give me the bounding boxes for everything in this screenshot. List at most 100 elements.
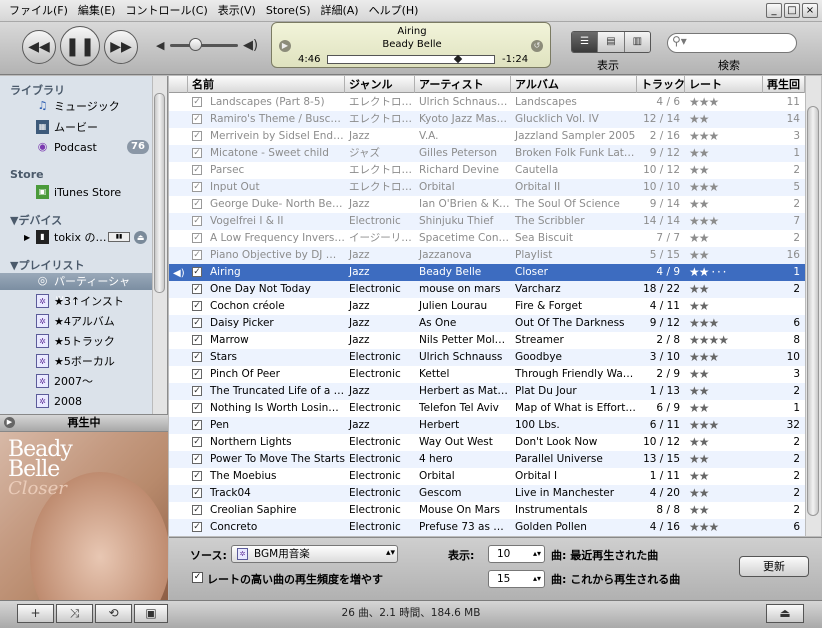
table-row[interactable]: ✓ Micatone - Sweet child ジャズ Gilles Peterso… [169,145,805,162]
table-row[interactable]: ✓ The Truncated Life of a … Jazz Herbert as… [169,383,805,400]
track-enabled-checkbox[interactable]: ✓ [192,352,202,362]
column-header-track[interactable]: トラック [637,76,685,93]
track-enabled-checkbox[interactable]: ✓ [192,216,202,226]
table-row[interactable]: ✓ Marrow Jazz Nils Petter Molv… Streamer 2 / … [169,332,805,349]
table-row[interactable]: ✓ Nothing Is Worth Losing … Electronic Tele… [169,400,805,417]
maximize-button[interactable]: □ [784,3,800,18]
table-row[interactable]: ✓ Vogelfrei I & II Electronic Shinjuku Thie… [169,213,805,230]
menu-view[interactable]: 表示(V) [213,0,261,22]
table-row[interactable]: ✓ Pinch Of Peer Electronic Kettel Through Fr… [169,366,805,383]
track-enabled-checkbox[interactable]: ✓ [192,369,202,379]
track-enabled-checkbox[interactable]: ✓ [192,182,202,192]
disclosure-triangle-icon[interactable]: ▶ [24,229,30,246]
table-row[interactable]: ✓ The Moebius Electronic Orbital Orbital I 1 … [169,468,805,485]
track-enabled-checkbox[interactable]: ✓ [192,403,202,413]
track-enabled-checkbox[interactable]: ✓ [192,437,202,447]
table-row[interactable]: ✓ Daisy Picker Jazz As One Out Of The Darkne… [169,315,805,332]
table-row[interactable]: ✓ Track04 Electronic Gescom Live in Manchest… [169,485,805,502]
track-enabled-checkbox[interactable]: ✓ [192,471,202,481]
column-header-album[interactable]: アルバム [511,76,637,93]
track-list-scrollbar-thumb[interactable] [807,106,819,516]
track-enabled-checkbox[interactable]: ✓ [192,165,202,175]
menu-advanced[interactable]: 詳細(A) [315,0,363,22]
column-header-plays[interactable]: 再生回 [763,76,805,93]
column-header-name[interactable]: 名前 [188,76,345,93]
table-row[interactable]: ✓ A Low Frequency Inversi… イージーリ… Spacetime… [169,230,805,247]
sidebar-item-playlist[interactable]: ✲ 2007〜 [0,373,152,390]
eject-button[interactable]: ⏏ [766,604,804,623]
track-enabled-checkbox[interactable]: ✓ [192,318,202,328]
source-select[interactable]: BGM用音楽 [231,545,398,563]
sidebar-item-playlist[interactable]: ✲ ★5ボーカル [0,353,152,370]
menu-file[interactable]: ファイル(F) [4,0,73,22]
sidebar-item-playlist[interactable]: ✲ 2008 [0,393,152,410]
lcd-snapback-icon[interactable]: ↺ [531,40,543,52]
table-row[interactable]: ✓ Ramiro's Theme / Buscemi エレクトロ… Kyoto Jaz… [169,111,805,128]
sidebar-item-party-shuffle[interactable]: ◎ パーティーシャッ… [0,273,152,305]
sidebar-item-playlist[interactable]: ✲ ★5トラック [0,333,152,350]
sidebar-item-music[interactable]: ♫ ミュージック [0,98,152,115]
track-enabled-checkbox[interactable]: ✓ [192,114,202,124]
track-enabled-checkbox[interactable]: ✓ [192,335,202,345]
table-row[interactable]: ✓ Merrivein by Sidsel Ender… Jazz V.A. Jazzl… [169,128,805,145]
playlists-header[interactable]: ▼プレイリスト [10,257,84,273]
table-row[interactable]: ✓ Parsec エレクトロ… Richard Devine Cautella 10 / … [169,162,805,179]
prefer-higher-rated-checkbox[interactable]: ✓ [192,572,203,583]
table-row[interactable]: ✓ Piano Objective by DJ Ma… Jazz Jazzanova P… [169,247,805,264]
table-row[interactable]: ✓ George Duke- North Beach Jazz Ian O'Brien… [169,196,805,213]
menu-store[interactable]: Store(S) [261,0,316,22]
sidebar-scrollbar-thumb[interactable] [154,93,165,293]
table-row[interactable]: ✓ Pen Jazz Herbert 100 Lbs. 6 / 11 ★★★ 32 [169,417,805,434]
track-enabled-checkbox[interactable]: ✓ [192,250,202,260]
track-enabled-checkbox[interactable]: ✓ [192,454,202,464]
track-enabled-checkbox[interactable]: ✓ [192,233,202,243]
track-enabled-checkbox[interactable]: ✓ [192,420,202,430]
track-enabled-checkbox[interactable]: ✓ [192,522,202,532]
coverflow-view-button[interactable]: ▥ [624,32,650,52]
sidebar-item-playlist[interactable]: ✲ ★3↑インスト [0,293,152,310]
volume-slider-knob[interactable] [189,38,202,51]
sidebar-item-playlist[interactable]: ✲ ★4アルバム [0,313,152,330]
table-row[interactable]: ✓ Concreto Electronic Prefuse 73 as … Golden… [169,519,805,536]
list-view-button[interactable]: ☰ [572,32,599,52]
sidebar-item-device[interactable]: ▶ ▮ tokix の… ▮▮ ⏏ [0,229,152,246]
column-header-genre[interactable]: ジャンル [345,76,415,93]
devices-header[interactable]: ▼デバイス [10,212,62,228]
track-enabled-checkbox[interactable]: ✓ [192,148,202,158]
menu-help[interactable]: ヘルプ(H) [364,0,424,22]
volume-slider[interactable] [170,44,238,47]
column-header-rating[interactable]: レート [685,76,763,93]
artwork-toggle-icon[interactable]: ▶ [4,417,15,428]
track-enabled-checkbox[interactable]: ✓ [192,386,202,396]
track-enabled-checkbox[interactable]: ✓ [192,505,202,515]
previous-track-button[interactable]: ◀◀ [22,30,56,64]
menu-controls[interactable]: コントロール(C) [120,0,212,22]
lcd-play-icon[interactable]: ▶ [279,40,291,52]
upcoming-songs-count-select[interactable]: 15 ▴▾ [488,570,545,588]
album-artwork[interactable]: Beady Belle Closer [0,432,168,600]
track-enabled-checkbox[interactable]: ✓ [192,301,202,311]
recent-songs-count-select[interactable]: 10 ▴▾ [488,545,545,563]
track-enabled-checkbox[interactable]: ✓ [192,199,202,209]
table-row[interactable]: ✓ Stars Electronic Ulrich Schnauss Goodbye 3 … [169,349,805,366]
sidebar-item-movies[interactable]: ▦ ムービー [0,119,152,136]
table-row[interactable]: ✓ One Day Not Today Electronic mouse on mar… [169,281,805,298]
sidebar-item-itunes-store[interactable]: ▣ iTunes Store [0,184,152,201]
table-row[interactable]: ✓ Creolian Saphire Electronic Mouse On Mars… [169,502,805,519]
menu-edit[interactable]: 編集(E) [73,0,121,22]
refresh-button[interactable]: 更新 [739,556,809,577]
close-button[interactable]: × [802,3,818,18]
next-track-button[interactable]: ▶▶ [104,30,138,64]
table-row[interactable]: ✓ Northern Lights Electronic Way Out West Do… [169,434,805,451]
table-row[interactable]: ✓ Landscapes (Part 8-5) エレクトロ… Ulrich Schna… [169,94,805,111]
pause-button[interactable]: ❚❚ [60,26,100,66]
track-enabled-checkbox[interactable]: ✓ [192,284,202,294]
table-row[interactable]: ✓ Power To Move The Starts Electronic 4 her… [169,451,805,468]
track-enabled-checkbox[interactable]: ✓ [192,97,202,107]
album-view-button[interactable]: ▤ [598,32,625,52]
track-enabled-checkbox[interactable]: ✓ [192,267,202,277]
eject-icon[interactable]: ⏏ [134,231,147,244]
track-enabled-checkbox[interactable]: ✓ [192,488,202,498]
table-row[interactable]: ✓ Input Out エレクトロ… Orbital Orbital II 10 / 10… [169,179,805,196]
minimize-button[interactable]: _ [766,3,782,18]
